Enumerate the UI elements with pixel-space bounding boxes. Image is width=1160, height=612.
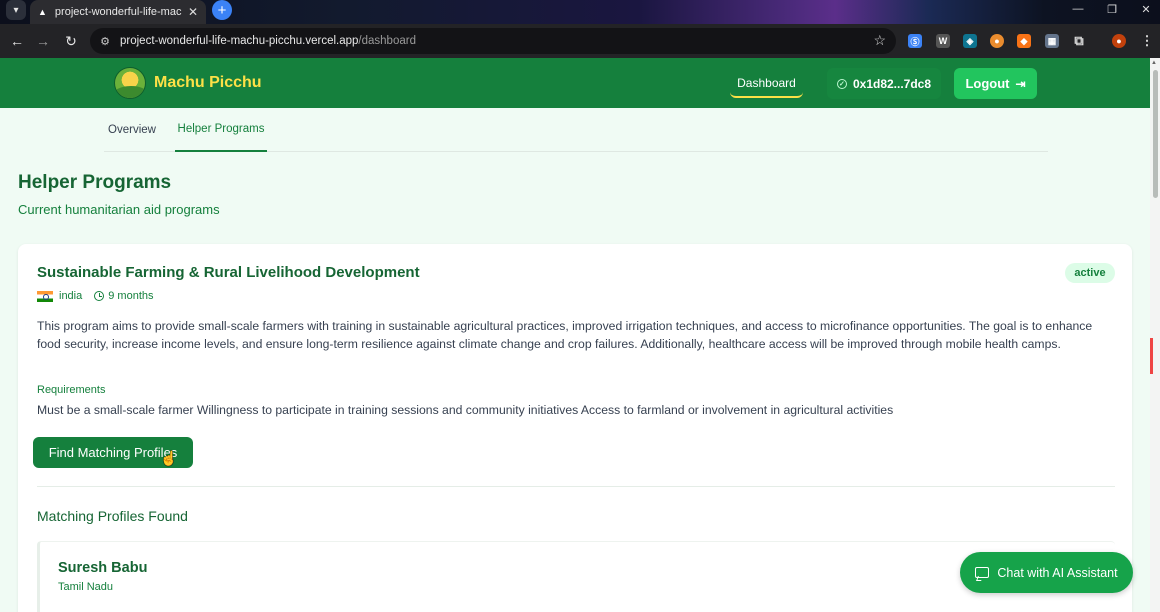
requirements-text: Must be a small-scale farmer Willingness…: [37, 403, 894, 417]
brand-name[interactable]: Machu Picchu: [154, 74, 262, 92]
profile-card[interactable]: Suresh Babu Tamil Nadu: [37, 541, 1115, 612]
check-circle-icon: ✓: [836, 78, 847, 89]
program-card: Sustainable Farming & Rural Livelihood D…: [18, 244, 1132, 612]
new-tab-button[interactable]: +: [212, 0, 232, 20]
matching-profiles-heading: Matching Profiles Found: [37, 508, 188, 524]
logout-label: Logout: [965, 76, 1010, 91]
extension-icon[interactable]: Ⓢ: [908, 34, 922, 48]
extension-w-icon[interactable]: W: [936, 34, 950, 48]
logout-button[interactable]: Logout ⇥: [954, 68, 1037, 99]
profile-location: Tamil Nadu: [58, 581, 114, 593]
profile-name: Suresh Babu: [58, 560, 148, 576]
extension-shield-icon[interactable]: ◈: [963, 34, 977, 48]
page-subtitle: Current humanitarian aid programs: [18, 202, 220, 217]
scrollbar-thumb[interactable]: [1153, 70, 1158, 198]
browser-menu-icon[interactable]: ⋮: [1140, 33, 1154, 48]
site-info-icon[interactable]: ⚙: [98, 34, 112, 48]
browser-tab-bar: ▾ ▲ project-wonderful-life-machu-p ✕ + —…: [0, 0, 1160, 24]
minimize-icon[interactable]: —: [1060, 0, 1096, 18]
forward-icon[interactable]: →: [34, 32, 52, 50]
page-tabs: Overview Helper Programs: [104, 108, 1048, 152]
back-icon[interactable]: ←: [8, 32, 26, 50]
program-duration: 9 months: [108, 290, 154, 302]
metamask-fox-icon[interactable]: ◆: [1017, 34, 1031, 48]
address-bar[interactable]: ⚙ project-wonderful-life-machu-picchu.ve…: [90, 28, 896, 54]
browser-toolbar: ← → ↻ ⚙ project-wonderful-life-machu-pic…: [0, 24, 1160, 58]
chat-bubble-icon: [975, 567, 990, 578]
chat-label: Chat with AI Assistant: [997, 565, 1118, 580]
logout-icon: ⇥: [1015, 76, 1026, 91]
mouse-cursor-icon: ☝: [160, 450, 178, 466]
tab-overview[interactable]: Overview: [106, 108, 158, 152]
program-country: india: [59, 290, 83, 302]
status-badge: active: [1065, 263, 1115, 283]
divider: [37, 486, 1115, 487]
close-tab-icon[interactable]: ✕: [188, 5, 198, 19]
restore-icon[interactable]: ❐: [1094, 0, 1130, 18]
tab-search-icon[interactable]: ▾: [6, 0, 26, 20]
page-title: Helper Programs: [18, 172, 172, 193]
requirements-label: Requirements: [37, 384, 106, 396]
india-flag-icon: [37, 290, 53, 302]
bookmark-star-icon[interactable]: ☆: [873, 32, 886, 49]
close-window-icon[interactable]: ✕: [1128, 0, 1160, 18]
nav-dashboard-link[interactable]: Dashboard: [730, 69, 803, 98]
machu-picchu-logo[interactable]: [114, 67, 146, 99]
tab-helper-programs[interactable]: Helper Programs: [175, 108, 267, 152]
url-path: /dashboard: [358, 35, 416, 47]
url-host: project-wonderful-life-machu-picchu.verc…: [120, 35, 359, 47]
extensions-puzzle-icon[interactable]: ⧉: [1072, 33, 1086, 48]
program-title: Sustainable Farming & Rural Livelihood D…: [37, 264, 420, 281]
program-description: This program aims to provide small-scale…: [37, 319, 1093, 351]
vercel-favicon-icon: ▲: [38, 7, 47, 17]
browser-tab-title: project-wonderful-life-machu-p: [54, 6, 182, 18]
program-meta: india 9 months: [37, 290, 154, 302]
scroll-up-icon[interactable]: ▲: [1151, 60, 1157, 66]
extension-circle-icon[interactable]: ●: [990, 34, 1004, 48]
wallet-address-button[interactable]: ✓ 0x1d82...7dc8: [827, 68, 941, 99]
reload-icon[interactable]: ↻: [62, 32, 80, 50]
wallet-address: 0x1d82...7dc8: [852, 76, 932, 91]
page-scrollbar[interactable]: ▲: [1150, 58, 1160, 612]
extension-puzzle-app-icon[interactable]: ▦: [1045, 34, 1059, 48]
profile-avatar[interactable]: ●: [1112, 34, 1126, 48]
clock-icon: [94, 291, 105, 301]
browser-tab[interactable]: ▲ project-wonderful-life-machu-p ✕: [30, 0, 206, 24]
scroll-marker: [1150, 338, 1153, 374]
chat-ai-assistant-button[interactable]: Chat with AI Assistant: [960, 552, 1133, 593]
